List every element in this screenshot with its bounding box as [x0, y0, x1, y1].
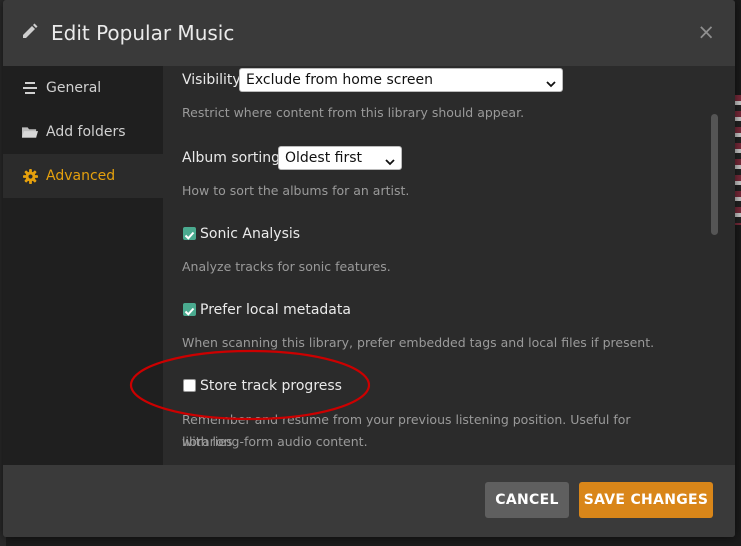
sidebar-item-label: General [46, 80, 102, 96]
save-changes-button[interactable]: SAVE CHANGES [579, 482, 713, 518]
sidebar-item-label: Add folders [46, 124, 126, 140]
prefer-local-metadata-label[interactable]: Prefer local metadata [200, 300, 351, 320]
visibility-select[interactable]: Exclude from home screen [239, 68, 563, 92]
advanced-settings-panel: Visibility Exclude from home screen Rest… [163, 66, 735, 465]
visibility-select-value: Exclude from home screen [246, 72, 434, 88]
checkmark-icon [184, 231, 195, 240]
prefer-local-metadata-checkbox[interactable] [183, 303, 196, 316]
album-sorting-label: Album sorting [182, 150, 281, 166]
store-track-progress-checkbox[interactable] [183, 379, 196, 392]
album-sorting-select[interactable]: Oldest first [278, 146, 402, 170]
dialog-header: Edit Popular Music × [3, 0, 735, 66]
sidebar-item-label: Advanced [46, 168, 116, 184]
prefer-local-metadata-help: When scanning this library, prefer embed… [182, 335, 655, 350]
gear-icon [22, 168, 38, 184]
visibility-label: Visibility [182, 72, 241, 88]
close-button[interactable]: × [697, 18, 715, 46]
store-track-progress-help-line2: with long-form audio content. [182, 434, 368, 449]
chevron-down-icon [546, 74, 556, 96]
chevron-down-icon [385, 152, 395, 174]
store-track-progress-label[interactable]: Store track progress [200, 376, 342, 396]
sidebar-item-general[interactable]: General [3, 66, 163, 110]
dialog-title: Edit Popular Music [51, 21, 235, 45]
dialog-footer: CANCEL SAVE CHANGES [3, 465, 735, 537]
edit-library-dialog: Edit Popular Music × General Add folders [3, 0, 735, 537]
settings-sidebar: General Add folders Advanced [3, 66, 163, 465]
sonic-analysis-checkbox[interactable] [183, 227, 196, 240]
album-sorting-help: How to sort the albums for an artist. [182, 183, 410, 198]
sidebar-item-advanced[interactable]: Advanced [3, 154, 163, 198]
cancel-button[interactable]: CANCEL [485, 482, 569, 518]
sonic-analysis-label[interactable]: Sonic Analysis [200, 224, 300, 244]
visibility-help: Restrict where content from this library… [182, 105, 525, 120]
sidebar-item-add-folders[interactable]: Add folders [3, 110, 163, 154]
checkmark-icon [184, 307, 195, 316]
album-sorting-select-value: Oldest first [285, 150, 362, 166]
content-scrollbar[interactable] [711, 114, 718, 235]
sonic-analysis-help: Analyze tracks for sonic features. [182, 259, 391, 274]
list-icon [22, 80, 38, 96]
pencil-icon [21, 22, 39, 44]
folder-icon [22, 124, 38, 140]
